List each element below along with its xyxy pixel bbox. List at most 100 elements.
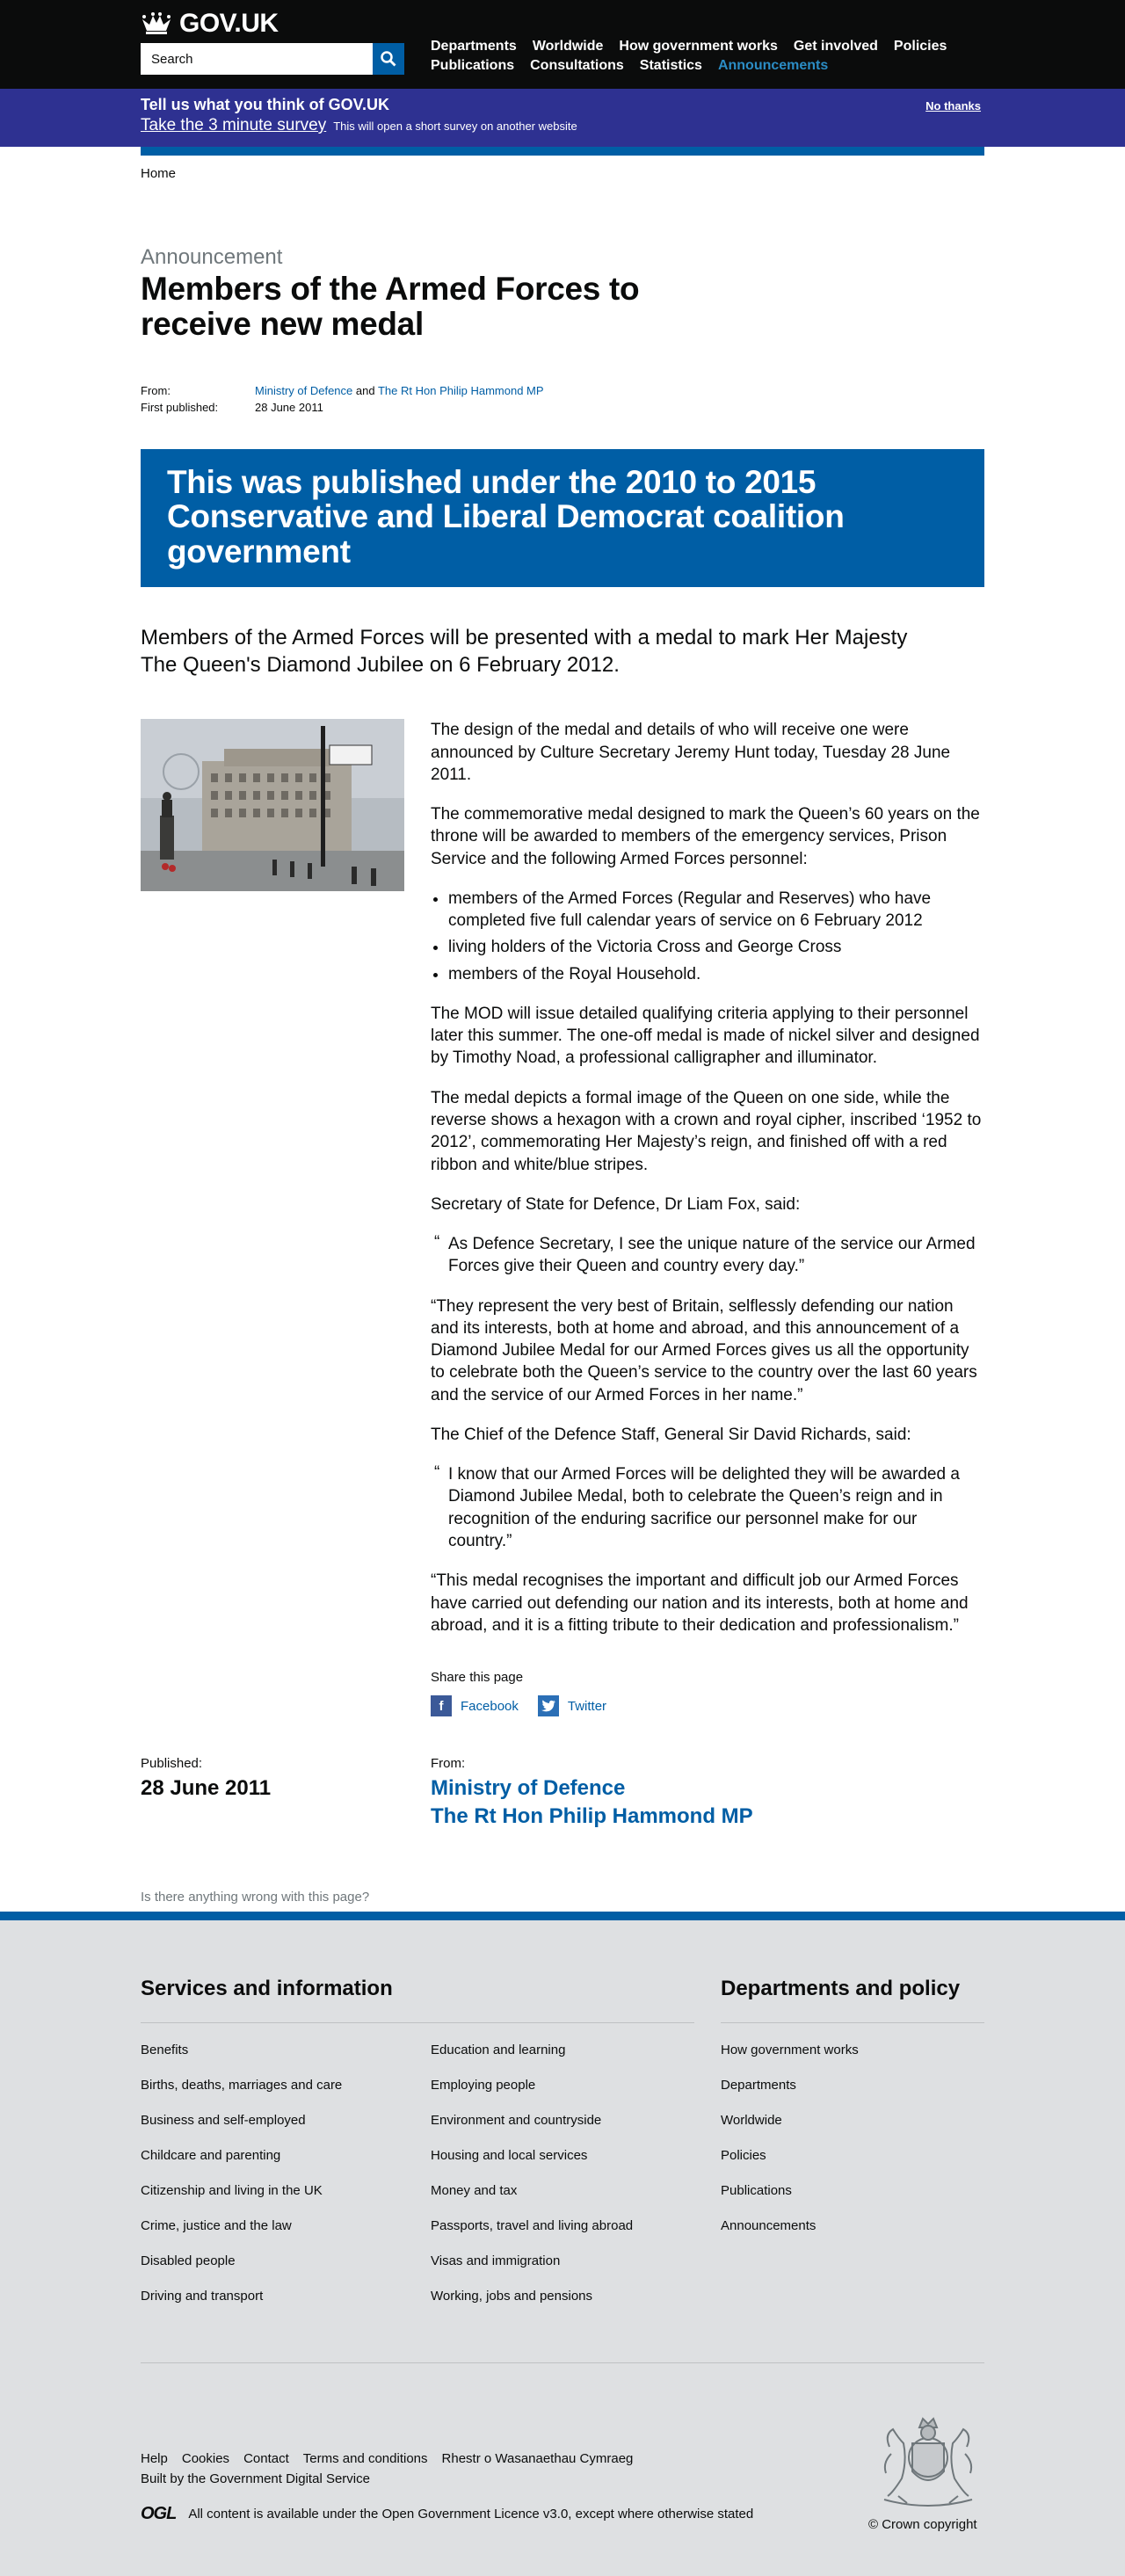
page-title: Members of the Armed Forces to receive n… xyxy=(141,271,640,342)
eligibility-list: members of the Armed Forces (Regular and… xyxy=(448,888,984,985)
top-navigation: Departments Worldwide How government wor… xyxy=(431,39,976,74)
published-date: 28 June 2011 xyxy=(141,1776,272,1801)
footer-link[interactable]: Worldwide xyxy=(721,2113,984,2129)
footer-departments: Departments and policy How government wo… xyxy=(721,1977,984,2234)
survey-note: This will open a short survey on another… xyxy=(333,120,577,133)
footer-link[interactable]: Citizenship and living in the UK xyxy=(141,2183,431,2199)
twitter-icon xyxy=(537,1695,559,1717)
meta-published-value: 28 June 2011 xyxy=(255,400,323,414)
survey-dismiss-link[interactable]: No thanks xyxy=(925,99,981,112)
footer-terms-link[interactable]: Terms and conditions xyxy=(303,2451,428,2466)
footer-link[interactable]: Employing people xyxy=(431,2078,721,2093)
footer-contact-link[interactable]: Contact xyxy=(243,2451,289,2466)
body-paragraph: The Chief of the Defence Staff, General … xyxy=(431,1425,911,1444)
nav-consultations[interactable]: Consultations xyxy=(530,58,624,73)
footer-link[interactable]: Driving and transport xyxy=(141,2289,431,2304)
body-paragraph: The design of the medal and details of w… xyxy=(431,721,951,784)
footer-link[interactable]: Announcements xyxy=(721,2218,984,2234)
article-summary: Members of the Armed Forces will be pres… xyxy=(141,625,908,678)
footer-link[interactable]: Business and self-employed xyxy=(141,2113,431,2129)
breadcrumb: Home xyxy=(141,166,984,181)
royal-coat-of-arms-icon xyxy=(883,2417,973,2507)
article-body: The design of the medal and details of w… xyxy=(431,719,984,1636)
list-item: members of the Royal Household. xyxy=(448,963,984,985)
footer-link[interactable]: Publications xyxy=(721,2183,984,2199)
licence-suffix: , except where otherwise stated xyxy=(568,2507,754,2522)
footer-meta: Help Cookies Contact Terms and condition… xyxy=(141,2451,753,2524)
site-header: GOV.UK Departments Worldwide How governm… xyxy=(0,0,1125,89)
footer-link[interactable]: Childcare and parenting xyxy=(141,2148,431,2164)
header-blue-rule xyxy=(141,147,984,156)
ministry-building-photo xyxy=(141,719,404,892)
footer-welsh-link[interactable]: Rhestr o Wasanaethau Cymraeg xyxy=(442,2451,634,2466)
site-footer: Services and information Benefits Births… xyxy=(0,1912,1125,2576)
quote-mark: “ xyxy=(434,1233,440,1252)
body-paragraph: Secretary of State for Defence, Dr Liam … xyxy=(431,1194,801,1214)
footer-link[interactable]: Environment and countryside xyxy=(431,2113,721,2129)
nav-policies[interactable]: Policies xyxy=(894,39,947,54)
from-label: From: xyxy=(431,1756,466,1772)
article-metadata: From: Ministry of Defence and The Rt Hon… xyxy=(141,382,984,416)
share-section: Share this page f Facebook Twitter xyxy=(431,1670,984,1717)
footer-link[interactable]: Departments xyxy=(721,2078,984,2093)
survey-title: Tell us what you think of GOV.UK xyxy=(141,96,390,113)
quote-mark: “ xyxy=(434,1463,440,1483)
built-by: Built by the Government Digital Service xyxy=(141,2471,753,2486)
footer-link[interactable]: How government works xyxy=(721,2043,984,2058)
nav-publications[interactable]: Publications xyxy=(431,58,514,73)
survey-banner: Tell us what you think of GOV.UK Take th… xyxy=(0,89,1125,147)
built-by-prefix: Built by the xyxy=(141,2471,207,2486)
search-form xyxy=(141,43,404,75)
footer-link[interactable]: Births, deaths, marriages and care xyxy=(141,2078,431,2093)
report-problem: Is there anything wrong with this page? xyxy=(141,1890,984,1905)
footer-cookies-link[interactable]: Cookies xyxy=(182,2451,229,2466)
publication-info: Published: 28 June 2011 From: Ministry o… xyxy=(141,1756,984,1853)
share-title: Share this page xyxy=(431,1670,524,1686)
licence-link[interactable]: Open Government Licence v3.0 xyxy=(382,2507,569,2522)
nav-statistics[interactable]: Statistics xyxy=(640,58,702,73)
article-body-area: The design of the medal and details of w… xyxy=(141,719,984,1636)
body-paragraph: “They represent the very best of Britain… xyxy=(431,1296,977,1404)
footer-link[interactable]: Benefits xyxy=(141,2043,431,2058)
article-image xyxy=(141,719,404,892)
footer-services-col2: Education and learning Employing people … xyxy=(431,2023,721,2304)
footer-link[interactable]: Money and tax xyxy=(431,2183,721,2199)
footer-departments-title: Departments and policy xyxy=(721,1977,961,2000)
meta-org-hammond-link[interactable]: The Rt Hon Philip Hammond MP xyxy=(378,384,544,397)
gds-link[interactable]: Government Digital Service xyxy=(209,2471,370,2486)
footer-link[interactable]: Working, jobs and pensions xyxy=(431,2289,721,2304)
footer-link[interactable]: Visas and immigration xyxy=(431,2253,721,2269)
footer-link[interactable]: Crime, justice and the law xyxy=(141,2218,431,2234)
footer-link[interactable]: Passports, travel and living abroad xyxy=(431,2218,721,2234)
survey-link[interactable]: Take the 3 minute survey xyxy=(141,116,326,135)
licence: OGL All content is available under the O… xyxy=(141,2504,753,2524)
nav-departments[interactable]: Departments xyxy=(431,39,517,54)
breadcrumb-home[interactable]: Home xyxy=(141,166,176,181)
org-link-mod[interactable]: Ministry of Defence xyxy=(431,1776,753,1801)
share-facebook-link[interactable]: f Facebook xyxy=(431,1695,519,1717)
govuk-logo-link[interactable]: GOV.UK xyxy=(141,9,984,39)
share-twitter-link[interactable]: Twitter xyxy=(537,1695,606,1717)
org-link-hammond[interactable]: The Rt Hon Philip Hammond MP xyxy=(431,1804,753,1829)
crown-icon xyxy=(142,12,171,34)
meta-and: and xyxy=(355,383,375,397)
footer-link[interactable]: Housing and local services xyxy=(431,2148,721,2164)
footer-help-link[interactable]: Help xyxy=(141,2451,168,2466)
report-problem-link[interactable]: Is there anything wrong with this page? xyxy=(141,1890,369,1905)
footer-link[interactable]: Education and learning xyxy=(431,2043,721,2058)
nav-worldwide[interactable]: Worldwide xyxy=(533,39,604,54)
meta-org-mod-link[interactable]: Ministry of Defence xyxy=(255,384,352,397)
footer-link[interactable]: Policies xyxy=(721,2148,984,2164)
quote-text: I know that our Armed Forces will be del… xyxy=(448,1465,960,1550)
nav-how-government-works[interactable]: How government works xyxy=(619,39,777,54)
list-item: members of the Armed Forces (Regular and… xyxy=(448,888,984,932)
meta-published-label: First published: xyxy=(141,400,219,414)
quote-text: As Defence Secretary, I see the unique n… xyxy=(448,1235,976,1276)
search-button[interactable] xyxy=(373,43,404,75)
nav-get-involved[interactable]: Get involved xyxy=(794,39,878,54)
footer-divider xyxy=(141,2362,984,2363)
body-paragraph: “This medal recognises the important and… xyxy=(431,1571,969,1635)
search-input[interactable] xyxy=(141,43,373,75)
footer-link[interactable]: Disabled people xyxy=(141,2253,431,2269)
nav-announcements[interactable]: Announcements xyxy=(718,58,828,73)
